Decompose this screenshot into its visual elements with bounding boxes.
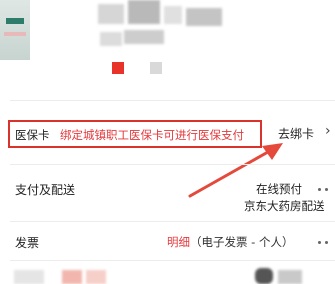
divider (10, 221, 335, 222)
blurred-footer-item (14, 270, 44, 284)
more-dots-icon[interactable] (325, 188, 328, 191)
invoice-value[interactable]: 明细（电子发票 - 个人） (167, 234, 293, 250)
blurred-footer-item (62, 270, 82, 284)
payment-delivery-label: 支付及配送 (15, 183, 76, 197)
blurred-footer-item (86, 270, 106, 284)
divider (10, 164, 335, 165)
invoice-detail-link[interactable]: 明细 (167, 235, 190, 249)
delivery-method-value[interactable]: 京东大药房配送 (244, 198, 325, 214)
more-dots-icon[interactable] (325, 241, 328, 244)
invoice-label: 发票 (15, 236, 40, 250)
more-dots-icon[interactable] (318, 241, 321, 244)
blurred-footer-item (255, 268, 273, 284)
more-dots-icon[interactable] (318, 188, 321, 191)
divider (10, 260, 335, 261)
blurred-footer-item (278, 270, 302, 284)
invoice-type: （电子发票 - 个人） (190, 235, 294, 249)
payment-method-value[interactable]: 在线预付 (256, 181, 302, 197)
